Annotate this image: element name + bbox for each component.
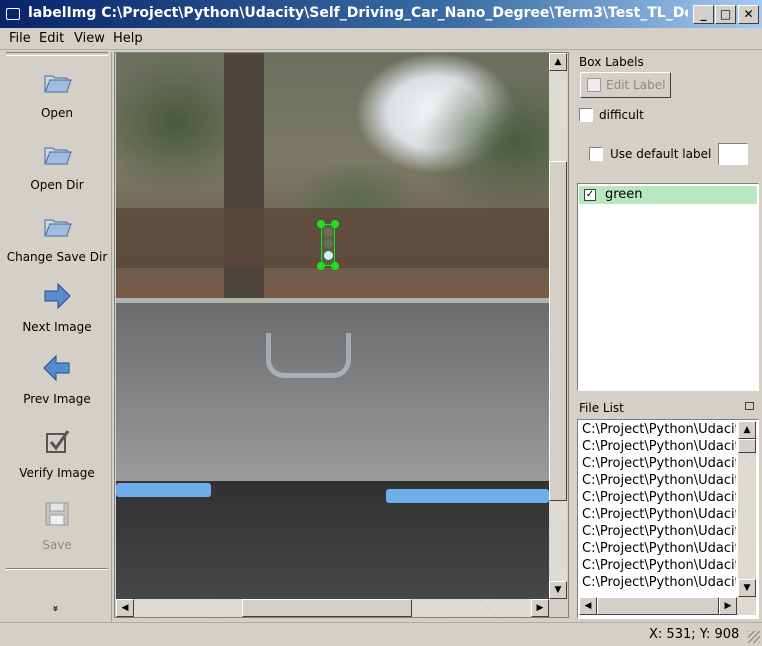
open-dir-button[interactable]: Open Dir (2, 138, 112, 192)
toolbar-extension-button[interactable]: » (50, 605, 61, 611)
difficult-label: difficult (599, 108, 644, 122)
next-image-label: Next Image (22, 320, 92, 334)
scroll-right-arrow-icon[interactable]: ▶ (719, 597, 737, 615)
list-item[interactable]: C:\Project\Python\Udacity (582, 541, 736, 556)
open-button[interactable]: Open (2, 66, 112, 120)
change-save-dir-label: Change Save Dir (6, 250, 108, 264)
scroll-up-arrow-icon[interactable]: ▲ (738, 421, 756, 439)
list-item[interactable]: C:\Project\Python\Udacity (582, 507, 736, 522)
list-item[interactable]: C:\Project\Python\Udacity (582, 473, 736, 488)
edit-label-button[interactable]: Edit Label (580, 72, 671, 98)
toolbar-grip[interactable] (6, 52, 108, 56)
menu-edit[interactable]: Edit (39, 31, 64, 46)
title-bar: labelImg C:\Project\Python\Udacity\Self_… (0, 0, 762, 28)
scroll-left-arrow-icon[interactable]: ◀ (116, 599, 134, 617)
file-list[interactable]: C:\Project\Python\Udacity C:\Project\Pyt… (577, 419, 759, 619)
arrow-left-icon (43, 354, 70, 382)
traffic-light-yellow (324, 239, 333, 248)
file-list-vertical-scrollbar[interactable]: ▲ ▼ (738, 421, 756, 597)
change-save-dir-button[interactable]: Change Save Dir (2, 210, 112, 264)
file-list-title: File List (579, 401, 624, 415)
label-list[interactable]: ✓ green (577, 183, 759, 391)
edit-label-text: Edit Label (606, 78, 666, 92)
save-label: Save (42, 538, 72, 552)
image-view[interactable] (116, 53, 549, 599)
label-name: green (605, 187, 643, 202)
menu-help[interactable]: Help (113, 31, 143, 46)
photo-trees (116, 53, 549, 213)
next-image-button[interactable]: Next Image (2, 280, 112, 334)
open-dir-label: Open Dir (30, 178, 84, 192)
floppy-disk-icon (45, 502, 69, 526)
file-list-horizontal-scrollbar[interactable]: ◀ ▶ (579, 597, 756, 615)
traffic-light-red (324, 228, 333, 237)
resize-grip-icon[interactable] (748, 631, 760, 643)
horizontal-scroll-thumb[interactable] (597, 597, 719, 615)
list-item[interactable]: ✓ green (579, 186, 757, 204)
bbox-handle-top-right[interactable] (331, 220, 339, 228)
edit-icon (587, 78, 601, 92)
list-item[interactable]: C:\Project\Python\Udacity (582, 456, 736, 471)
arrow-right-icon (44, 282, 71, 310)
folder-icon (44, 147, 72, 165)
use-default-label-label: Use default label (610, 147, 712, 161)
label-visible-checkbox[interactable]: ✓ (584, 189, 596, 201)
menu-file[interactable]: File (9, 31, 31, 46)
scroll-up-arrow-icon[interactable]: ▲ (549, 53, 567, 71)
menu-bar: File Edit View Help (0, 28, 762, 50)
photo-road (116, 303, 549, 483)
list-item[interactable]: C:\Project\Python\Udacity (582, 575, 736, 590)
bbox-handle-bottom-left[interactable] (317, 262, 325, 270)
close-button[interactable]: ✕ (738, 5, 759, 24)
list-item[interactable]: C:\Project\Python\Udacity (582, 439, 736, 454)
canvas-horizontal-scrollbar[interactable]: ◀ ▶ (116, 599, 549, 617)
default-label-input[interactable] (718, 143, 748, 165)
status-bar: X: 531; Y: 908 (0, 622, 762, 646)
undock-icon[interactable] (745, 402, 754, 410)
canvas-vertical-scrollbar[interactable]: ▲ ▼ (549, 53, 567, 599)
list-item[interactable]: C:\Project\Python\Udacity (582, 558, 736, 573)
cursor-coordinates: X: 531; Y: 908 (649, 627, 740, 642)
photo-dash-stripe (116, 483, 211, 497)
folder-icon (44, 219, 72, 237)
verify-image-button[interactable]: Verify Image (2, 426, 112, 480)
traffic-light-green (324, 251, 333, 260)
scroll-down-arrow-icon[interactable]: ▼ (549, 581, 567, 599)
maximize-button[interactable]: □ (715, 5, 736, 24)
window-title: labelImg C:\Project\Python\Udacity\Self_… (28, 5, 688, 21)
horizontal-scroll-thumb[interactable] (242, 599, 412, 617)
folder-icon (44, 75, 72, 93)
scroll-down-arrow-icon[interactable]: ▼ (738, 579, 756, 597)
photo-reflection (266, 333, 351, 378)
verify-image-label: Verify Image (19, 466, 95, 480)
vertical-scroll-thumb[interactable] (549, 161, 567, 501)
list-item[interactable]: C:\Project\Python\Udacity (582, 422, 736, 437)
photo-dash-stripe (386, 489, 549, 503)
scroll-left-arrow-icon[interactable]: ◀ (579, 597, 597, 615)
checkbox-check-icon (46, 430, 70, 453)
bbox-handle-bottom-right[interactable] (331, 262, 339, 270)
box-labels-title: Box Labels (579, 55, 644, 69)
menu-view[interactable]: View (74, 31, 105, 46)
bbox-handle-top-left[interactable] (317, 220, 325, 228)
image-canvas[interactable]: ▲ ▼ ◀ ▶ (114, 52, 569, 618)
list-item[interactable]: C:\Project\Python\Udacity (582, 524, 736, 539)
app-icon (6, 8, 20, 20)
save-button[interactable]: Save (2, 498, 112, 552)
prev-image-button[interactable]: Prev Image (2, 352, 112, 406)
minimize-button[interactable]: _ (693, 5, 714, 24)
use-default-label-checkbox[interactable] (589, 147, 603, 161)
prev-image-label: Prev Image (23, 392, 91, 406)
difficult-checkbox[interactable] (579, 108, 593, 122)
bounding-box-green[interactable] (321, 224, 335, 266)
scroll-right-arrow-icon[interactable]: ▶ (531, 599, 549, 617)
toolbar-separator (6, 568, 108, 570)
vertical-scroll-thumb[interactable] (738, 439, 756, 453)
open-label: Open (40, 106, 74, 120)
toolbar: Open Open Dir Change Save Dir Next Image… (2, 52, 112, 622)
list-item[interactable]: C:\Project\Python\Udacity (582, 490, 736, 505)
